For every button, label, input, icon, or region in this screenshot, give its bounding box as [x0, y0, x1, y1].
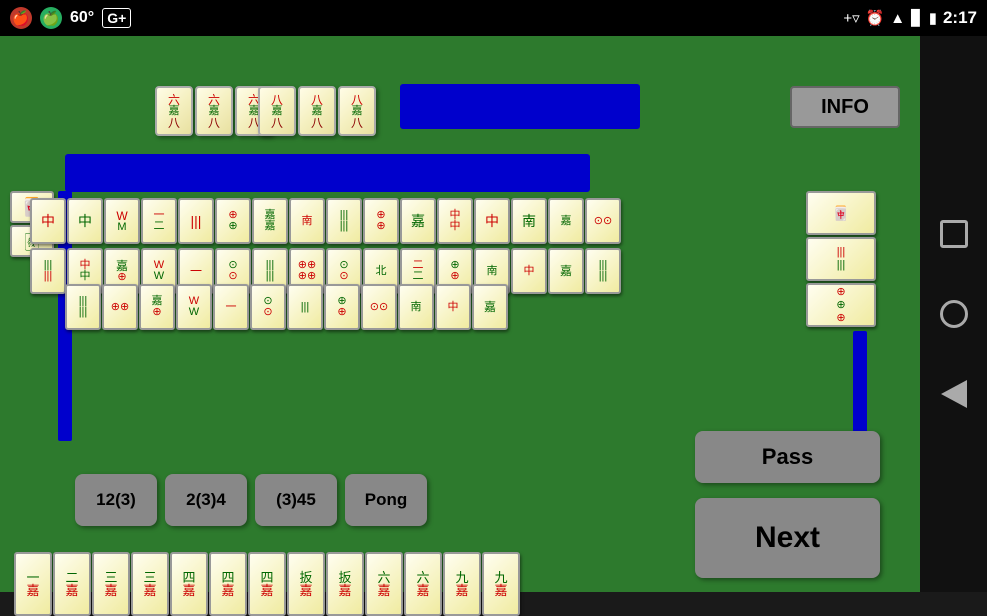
bot-tile-3[interactable]: 三嘉 — [92, 552, 130, 616]
right-tile-2: ||| ||| — [806, 237, 876, 281]
game-tile-r1-9[interactable]: |||||| — [326, 198, 362, 244]
game-tile-r3-2[interactable]: ⊕⊕ — [102, 284, 138, 330]
game-tile-r1-3[interactable]: WM — [104, 198, 140, 244]
info-button[interactable]: INFO — [790, 86, 900, 128]
game-tile-r1-5[interactable]: ||| — [178, 198, 214, 244]
right-tiles: 🀄 ||| ||| ⊕ ⊕ ⊕ — [806, 191, 876, 327]
gplus-icon: G+ — [102, 8, 131, 28]
game-tile-r3-12[interactable]: 嘉 — [472, 284, 508, 330]
game-tile-r1-8[interactable]: 南 — [289, 198, 325, 244]
top-tile-group2: 八嘉八 八嘉八 八嘉八 — [258, 86, 376, 136]
tile-top-2: 六嘉八 — [195, 86, 233, 136]
game-tile-r3-3[interactable]: 嘉⊕ — [139, 284, 175, 330]
nav-bar — [920, 36, 987, 592]
game-tile-r1-1[interactable]: 中 — [30, 198, 66, 244]
wifi-icon: ▲ — [890, 10, 905, 27]
tile-top2-1: 八嘉八 — [258, 86, 296, 136]
btn-pong[interactable]: Pong — [345, 474, 427, 526]
bot-tile-13[interactable]: 九嘉 — [482, 552, 520, 616]
game-tile-r3-11[interactable]: 中 — [435, 284, 471, 330]
time-display: 2:17 — [943, 8, 977, 28]
game-tile-r2-1[interactable]: |||||| — [30, 248, 66, 294]
nav-back-button[interactable] — [934, 374, 974, 414]
blue-strip-mid — [65, 154, 590, 192]
game-tile-r3-4[interactable]: WW — [176, 284, 212, 330]
bot-tile-1[interactable]: 一嘉 — [14, 552, 52, 616]
btn-345[interactable]: (3)45 — [255, 474, 337, 526]
game-tile-r2-14[interactable]: 中 — [511, 248, 547, 294]
game-tile-r3-10[interactable]: 南 — [398, 284, 434, 330]
game-tile-r1-2[interactable]: 中 — [67, 198, 103, 244]
next-button[interactable]: Next — [695, 498, 880, 578]
bot-tile-5[interactable]: 四嘉 — [170, 552, 208, 616]
game-tile-r3-5[interactable]: 一 — [213, 284, 249, 330]
game-tile-r3-9[interactable]: ⊙⊙ — [361, 284, 397, 330]
game-tile-r2-16[interactable]: |||||| — [585, 248, 621, 294]
game-tile-r3-7[interactable]: ||| — [287, 284, 323, 330]
bot-tile-6[interactable]: 四嘉 — [209, 552, 247, 616]
right-tile-3: ⊕ ⊕ ⊕ — [806, 283, 876, 327]
tile-row-main3: |||||| ⊕⊕ 嘉⊕ WW 一 ⊙⊙ ||| ⊕⊕ ⊙⊙ 南 中 嘉 — [65, 284, 508, 330]
right-tile-1: 🀄 — [806, 191, 876, 235]
game-tile-r1-15[interactable]: 嘉 — [548, 198, 584, 244]
bot-tile-9[interactable]: 扳嘉 — [326, 552, 364, 616]
battery-icon: ▮ — [929, 9, 937, 27]
game-tile-r3-8[interactable]: ⊕⊕ — [324, 284, 360, 330]
game-tile-r1-4[interactable]: 一二 — [141, 198, 177, 244]
btn-123[interactable]: 12(3) — [75, 474, 157, 526]
bot-tile-4[interactable]: 三嘉 — [131, 552, 169, 616]
clock-icon: ⏰ — [866, 9, 885, 27]
game-tile-r1-6[interactable]: ⊕⊕ — [215, 198, 251, 244]
nav-circle-button[interactable] — [934, 294, 974, 334]
tile-top2-2: 八嘉八 — [298, 86, 336, 136]
bot-tile-10[interactable]: 六嘉 — [365, 552, 403, 616]
blue-strip-top — [400, 84, 640, 129]
tile-top2-3: 八嘉八 — [338, 86, 376, 136]
game-tile-r3-6[interactable]: ⊙⊙ — [250, 284, 286, 330]
bot-tile-12[interactable]: 九嘉 — [443, 552, 481, 616]
app-icon-apple: 🍎 — [10, 7, 32, 29]
top-tile-group1: 六嘉八 六嘉八 六嘉八 — [155, 86, 273, 136]
game-area: INFO 六嘉八 六嘉八 六嘉八 八嘉八 八嘉八 八嘉八 🀄 🀅 中 中 WM … — [0, 36, 920, 592]
game-tile-r1-16[interactable]: ⊙⊙ — [585, 198, 621, 244]
bot-tile-7[interactable]: 四嘉 — [248, 552, 286, 616]
status-bar: 🍎 🍏 60° G+ +▿ ⏰ ▲ ▊ ▮ 2:17 — [0, 0, 987, 36]
game-tile-r1-13[interactable]: 中 — [474, 198, 510, 244]
app-icon-green: 🍏 — [40, 7, 62, 29]
tile-top-1: 六嘉八 — [155, 86, 193, 136]
game-tile-r2-15[interactable]: 嘉 — [548, 248, 584, 294]
tile-row-main: 中 中 WM 一二 ||| ⊕⊕ 嘉嘉 南 |||||| ⊕⊕ 嘉 中中 中 南… — [30, 198, 621, 244]
nav-square-button[interactable] — [934, 214, 974, 254]
game-tile-r1-11[interactable]: 嘉 — [400, 198, 436, 244]
bot-tile-11[interactable]: 六嘉 — [404, 552, 442, 616]
temperature: 60° — [70, 9, 94, 27]
action-buttons: 12(3) 2(3)4 (3)45 Pong — [75, 474, 427, 526]
bot-tile-8[interactable]: 扳嘉 — [287, 552, 325, 616]
bot-tile-2[interactable]: 二嘉 — [53, 552, 91, 616]
game-tile-r1-7[interactable]: 嘉嘉 — [252, 198, 288, 244]
game-tile-r1-14[interactable]: 南 — [511, 198, 547, 244]
game-tile-r1-12[interactable]: 中中 — [437, 198, 473, 244]
game-tile-r3-1[interactable]: |||||| — [65, 284, 101, 330]
game-tile-r1-10[interactable]: ⊕⊕ — [363, 198, 399, 244]
bluetooth-icon: +▿ — [843, 9, 859, 27]
pass-button[interactable]: Pass — [695, 431, 880, 483]
btn-234[interactable]: 2(3)4 — [165, 474, 247, 526]
signal-icon: ▊ — [911, 9, 923, 27]
bottom-tile-row: 一嘉 二嘉 三嘉 三嘉 四嘉 四嘉 四嘉 扳嘉 扳嘉 六嘉 六嘉 九嘉 九嘉 — [14, 552, 520, 616]
